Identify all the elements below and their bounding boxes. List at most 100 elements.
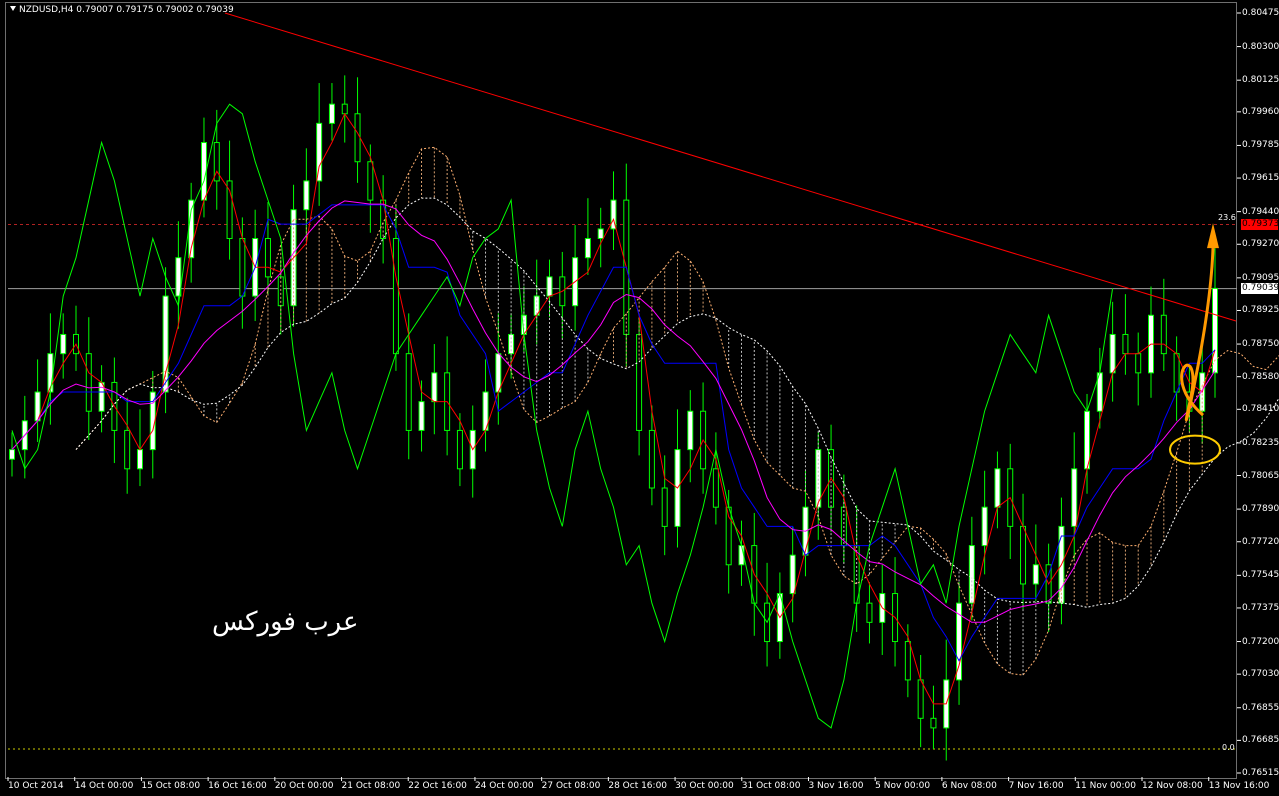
candle-body (917, 679, 924, 719)
y-tick-label: 0.77720 (1242, 536, 1279, 547)
y-tick-label: 0.77030 (1242, 669, 1279, 680)
y-tick-label: 0.76855 (1242, 702, 1279, 713)
candle-body (1071, 468, 1078, 527)
x-tick-label: 22 Oct 16:00 (408, 781, 467, 791)
candle-body (60, 333, 67, 355)
y-tick-label: 0.79615 (1242, 173, 1279, 184)
fibo-price-box: 0.79373 (1241, 219, 1279, 230)
y-tick-label: 0.80300 (1242, 41, 1279, 52)
trendline (224, 12, 1237, 322)
candle-body (124, 429, 131, 470)
candle-body (1032, 564, 1039, 585)
watermark-text: عرب فوركس (212, 607, 359, 637)
candle-body (341, 103, 348, 115)
candle-body (405, 353, 412, 431)
candle-body (495, 353, 502, 393)
x-tick-label: 12 Nov 08:00 (1142, 781, 1203, 791)
candle-body (1109, 333, 1116, 374)
candle-body (316, 122, 323, 182)
x-tick-label: 30 Oct 00:00 (675, 781, 734, 791)
x-tick-label: 24 Oct 00:00 (474, 781, 534, 791)
candle-body (303, 180, 310, 211)
x-tick-label: 5 Nov 00:00 (875, 781, 931, 791)
arrow-head-icon (1207, 223, 1219, 249)
candle-body (546, 276, 553, 297)
x-tick-label: 21 Oct 08:00 (341, 781, 401, 791)
candle-body (431, 372, 438, 403)
y-tick-label: 0.79270 (1242, 239, 1279, 250)
y-tick-label: 0.78410 (1242, 404, 1279, 415)
candle-body (1173, 353, 1180, 393)
candle-body (1020, 525, 1027, 585)
chikou-line (11, 103, 1114, 729)
moving-average-line (11, 200, 1216, 623)
y-tick-label: 0.78925 (1242, 305, 1279, 316)
candle-body (162, 295, 169, 393)
x-tick-label: 20 Oct 00:00 (274, 781, 334, 791)
x-tick-label: 28 Oct 16:00 (608, 781, 668, 791)
y-tick-label: 0.78235 (1242, 437, 1279, 448)
candle-body (85, 353, 92, 412)
fibo-label-top: 23.6 (1218, 213, 1236, 222)
y-tick-label: 0.76685 (1242, 735, 1279, 746)
y-tick-label: 0.77545 (1242, 570, 1279, 581)
candle-body (687, 410, 694, 451)
candle-body (1122, 333, 1129, 355)
candle-body (584, 238, 591, 259)
candle-body (994, 468, 1001, 508)
candle-body (456, 429, 463, 470)
x-tick-label: 16 Oct 16:00 (208, 781, 267, 791)
candle-body (239, 238, 246, 297)
candle-body (648, 429, 655, 489)
candle-body (981, 506, 988, 547)
y-tick-label: 0.78065 (1242, 470, 1279, 481)
y-tick-label: 0.78580 (1242, 371, 1279, 382)
candle-body (968, 545, 975, 604)
candle-body (392, 238, 399, 355)
candle-body (930, 717, 937, 729)
candle-body (712, 468, 719, 508)
candle-body (367, 161, 374, 201)
chart-window[interactable]: { "header": { "symbol_line": "NZDUSD,H4 … (0, 0, 1279, 796)
y-tick-label: 0.80125 (1242, 75, 1279, 86)
x-tick-label: 3 Nov 16:00 (808, 781, 864, 791)
candle-body (418, 401, 425, 431)
candle-body (1084, 410, 1091, 470)
x-tick-label: 6 Nov 08:00 (941, 781, 997, 791)
candle-body (866, 602, 873, 623)
candle-body (264, 238, 271, 278)
y-tick-label: 0.80475 (1242, 8, 1279, 18)
candle-body (636, 333, 643, 431)
y-tick-label: 0.79440 (1242, 206, 1279, 217)
candle-body (1135, 353, 1142, 374)
candle-body (328, 103, 335, 124)
dropdown-triangle-icon[interactable] (10, 6, 16, 11)
chart-canvas (7, 12, 1279, 781)
candle-body (136, 449, 143, 470)
candle-body (789, 554, 796, 595)
x-tick-label: 11 Nov 00:00 (1075, 781, 1136, 791)
fibo-label-bottom: 0.0 (1222, 743, 1235, 752)
y-tick-label: 0.79960 (1242, 106, 1279, 117)
candle-body (904, 641, 911, 681)
y-tick-label: 0.78750 (1242, 339, 1279, 350)
x-tick-label: 14 Oct 00:00 (74, 781, 134, 791)
x-tick-label: 13 Nov 16:00 (1208, 781, 1270, 791)
y-tick-label: 0.76515 (1242, 768, 1279, 778)
candle-body (661, 487, 668, 527)
x-tick-label: 10 Oct 2014 (8, 781, 64, 791)
symbol-header: NZDUSD,H4 0.79007 0.79175 0.79002 0.7903… (10, 5, 234, 15)
y-tick-label: 0.79785 (1242, 140, 1279, 151)
x-tick-label: 7 Nov 16:00 (1008, 781, 1064, 791)
projection-arrow (1180, 248, 1215, 422)
y-tick-label: 0.77890 (1242, 504, 1279, 515)
y-tick-label: 0.77375 (1242, 602, 1279, 613)
y-tick-label: 0.77200 (1242, 636, 1279, 647)
symbol-info: NZDUSD,H4 0.79007 0.79175 0.79002 0.7903… (19, 5, 234, 15)
candle-body (9, 449, 15, 460)
current-price-box: 0.79039 (1241, 283, 1279, 294)
x-tick-label: 27 Oct 08:00 (541, 781, 601, 791)
candle-body (597, 228, 604, 240)
candle-body (1160, 314, 1167, 355)
kijun-line (11, 204, 1216, 662)
